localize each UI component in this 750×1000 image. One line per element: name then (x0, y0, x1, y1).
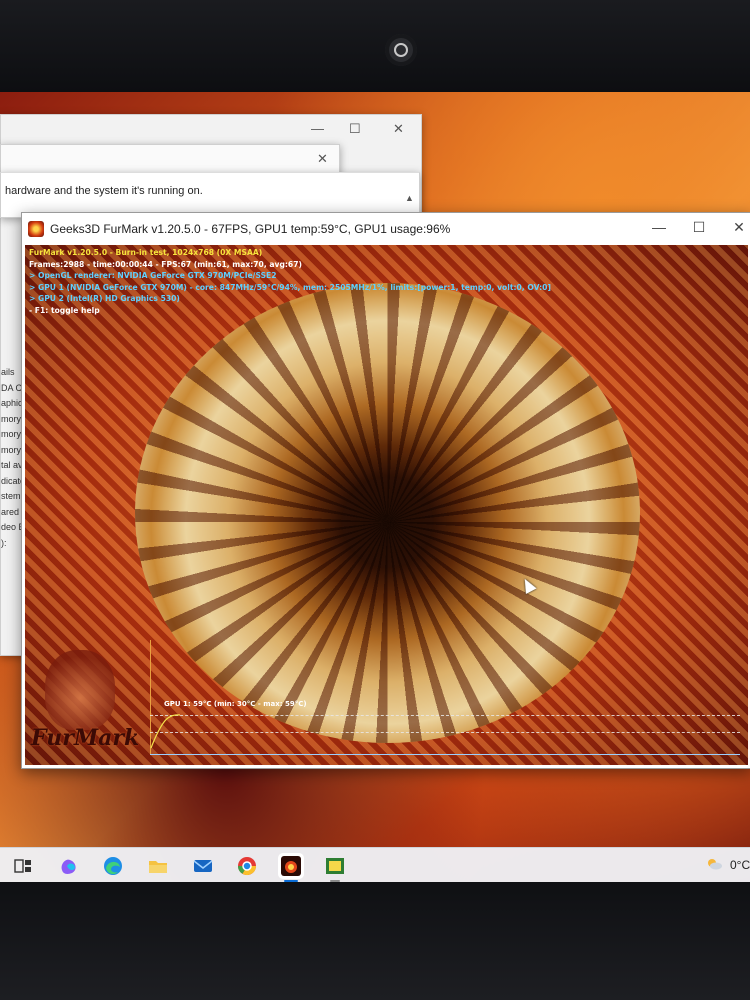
overlay-line-gpu1: > GPU 1 (NVIDIA GeForce GTX 970M) - core… (29, 282, 551, 292)
graph-max-line (150, 715, 740, 716)
close-icon[interactable]: ✕ (393, 121, 404, 137)
furmark-icon[interactable] (278, 853, 304, 882)
maximize-icon[interactable]: ☐ (691, 219, 707, 236)
temperature-graph: GPU 1: 59°C (min: 30°C - max: 59°C) (150, 640, 740, 760)
minimize-icon[interactable]: — (311, 121, 324, 136)
window-title: Geeks3D FurMark v1.20.5.0 - 67FPS, GPU1 … (50, 222, 451, 236)
overlay-line-renderer: > OpenGL renderer: NVIDIA GeForce GTX 97… (29, 271, 277, 280)
furmark-window[interactable]: Geeks3D FurMark v1.20.5.0 - 67FPS, GPU1 … (21, 212, 750, 769)
stats-overlay: FurMark v1.20.5.0 - Burn-in test, 1024x7… (29, 247, 551, 316)
overlay-line-frames: Frames:2988 - time:00:00:44 - FPS:67 (mi… (29, 259, 302, 269)
furmark-app-icon (28, 221, 44, 237)
furmark-render-canvas: FurMark v1.20.5.0 - Burn-in test, 1024x7… (25, 245, 748, 765)
taskbar: 0°C (0, 847, 750, 882)
laptop-bezel-bottom (0, 882, 750, 1000)
task-view-icon[interactable] (10, 853, 36, 879)
graph-mid-line (150, 732, 740, 733)
dialog-description: hardware and the system it's running on. (5, 185, 203, 197)
close-icon[interactable]: ✕ (731, 219, 747, 236)
desktop-screen: — ☐ ✕ ails DA C aphics mory mory mory ta… (0, 92, 750, 882)
folder-icon[interactable] (145, 853, 171, 879)
weather-temperature[interactable]: 0°C (730, 858, 750, 872)
window-controls: — ☐ ✕ (651, 219, 747, 236)
chrome-icon[interactable] (234, 853, 260, 879)
copilot-icon[interactable] (56, 853, 82, 879)
laptop-bezel-top (0, 0, 750, 92)
webcam (385, 34, 417, 66)
maximize-icon[interactable]: ☐ (349, 121, 361, 137)
overlay-line-gpu2: > GPU 2 (Intel(R) HD Graphics 530) (29, 294, 180, 303)
graph-x-axis (150, 754, 740, 755)
mail-icon[interactable] (190, 853, 216, 879)
close-icon[interactable]: ✕ (317, 151, 328, 167)
temperature-label: GPU 1: 59°C (min: 30°C - max: 59°C) (164, 700, 307, 708)
scroll-up-icon[interactable]: ▲ (405, 193, 414, 203)
overlay-line-help: - F1: toggle help (29, 305, 100, 315)
weather-icon[interactable] (706, 858, 722, 870)
furmark-titlebar[interactable]: Geeks3D FurMark v1.20.5.0 - 67FPS, GPU1 … (22, 213, 750, 245)
overlay-line-title: FurMark v1.20.5.0 - Burn-in test, 1024x7… (29, 248, 263, 257)
edge-icon[interactable] (100, 853, 126, 879)
furmark-logo: FurMark (31, 725, 140, 751)
gpuz-icon[interactable] (322, 853, 348, 882)
minimize-icon[interactable]: — (651, 219, 667, 236)
furmark-mascot-icon (45, 650, 115, 730)
